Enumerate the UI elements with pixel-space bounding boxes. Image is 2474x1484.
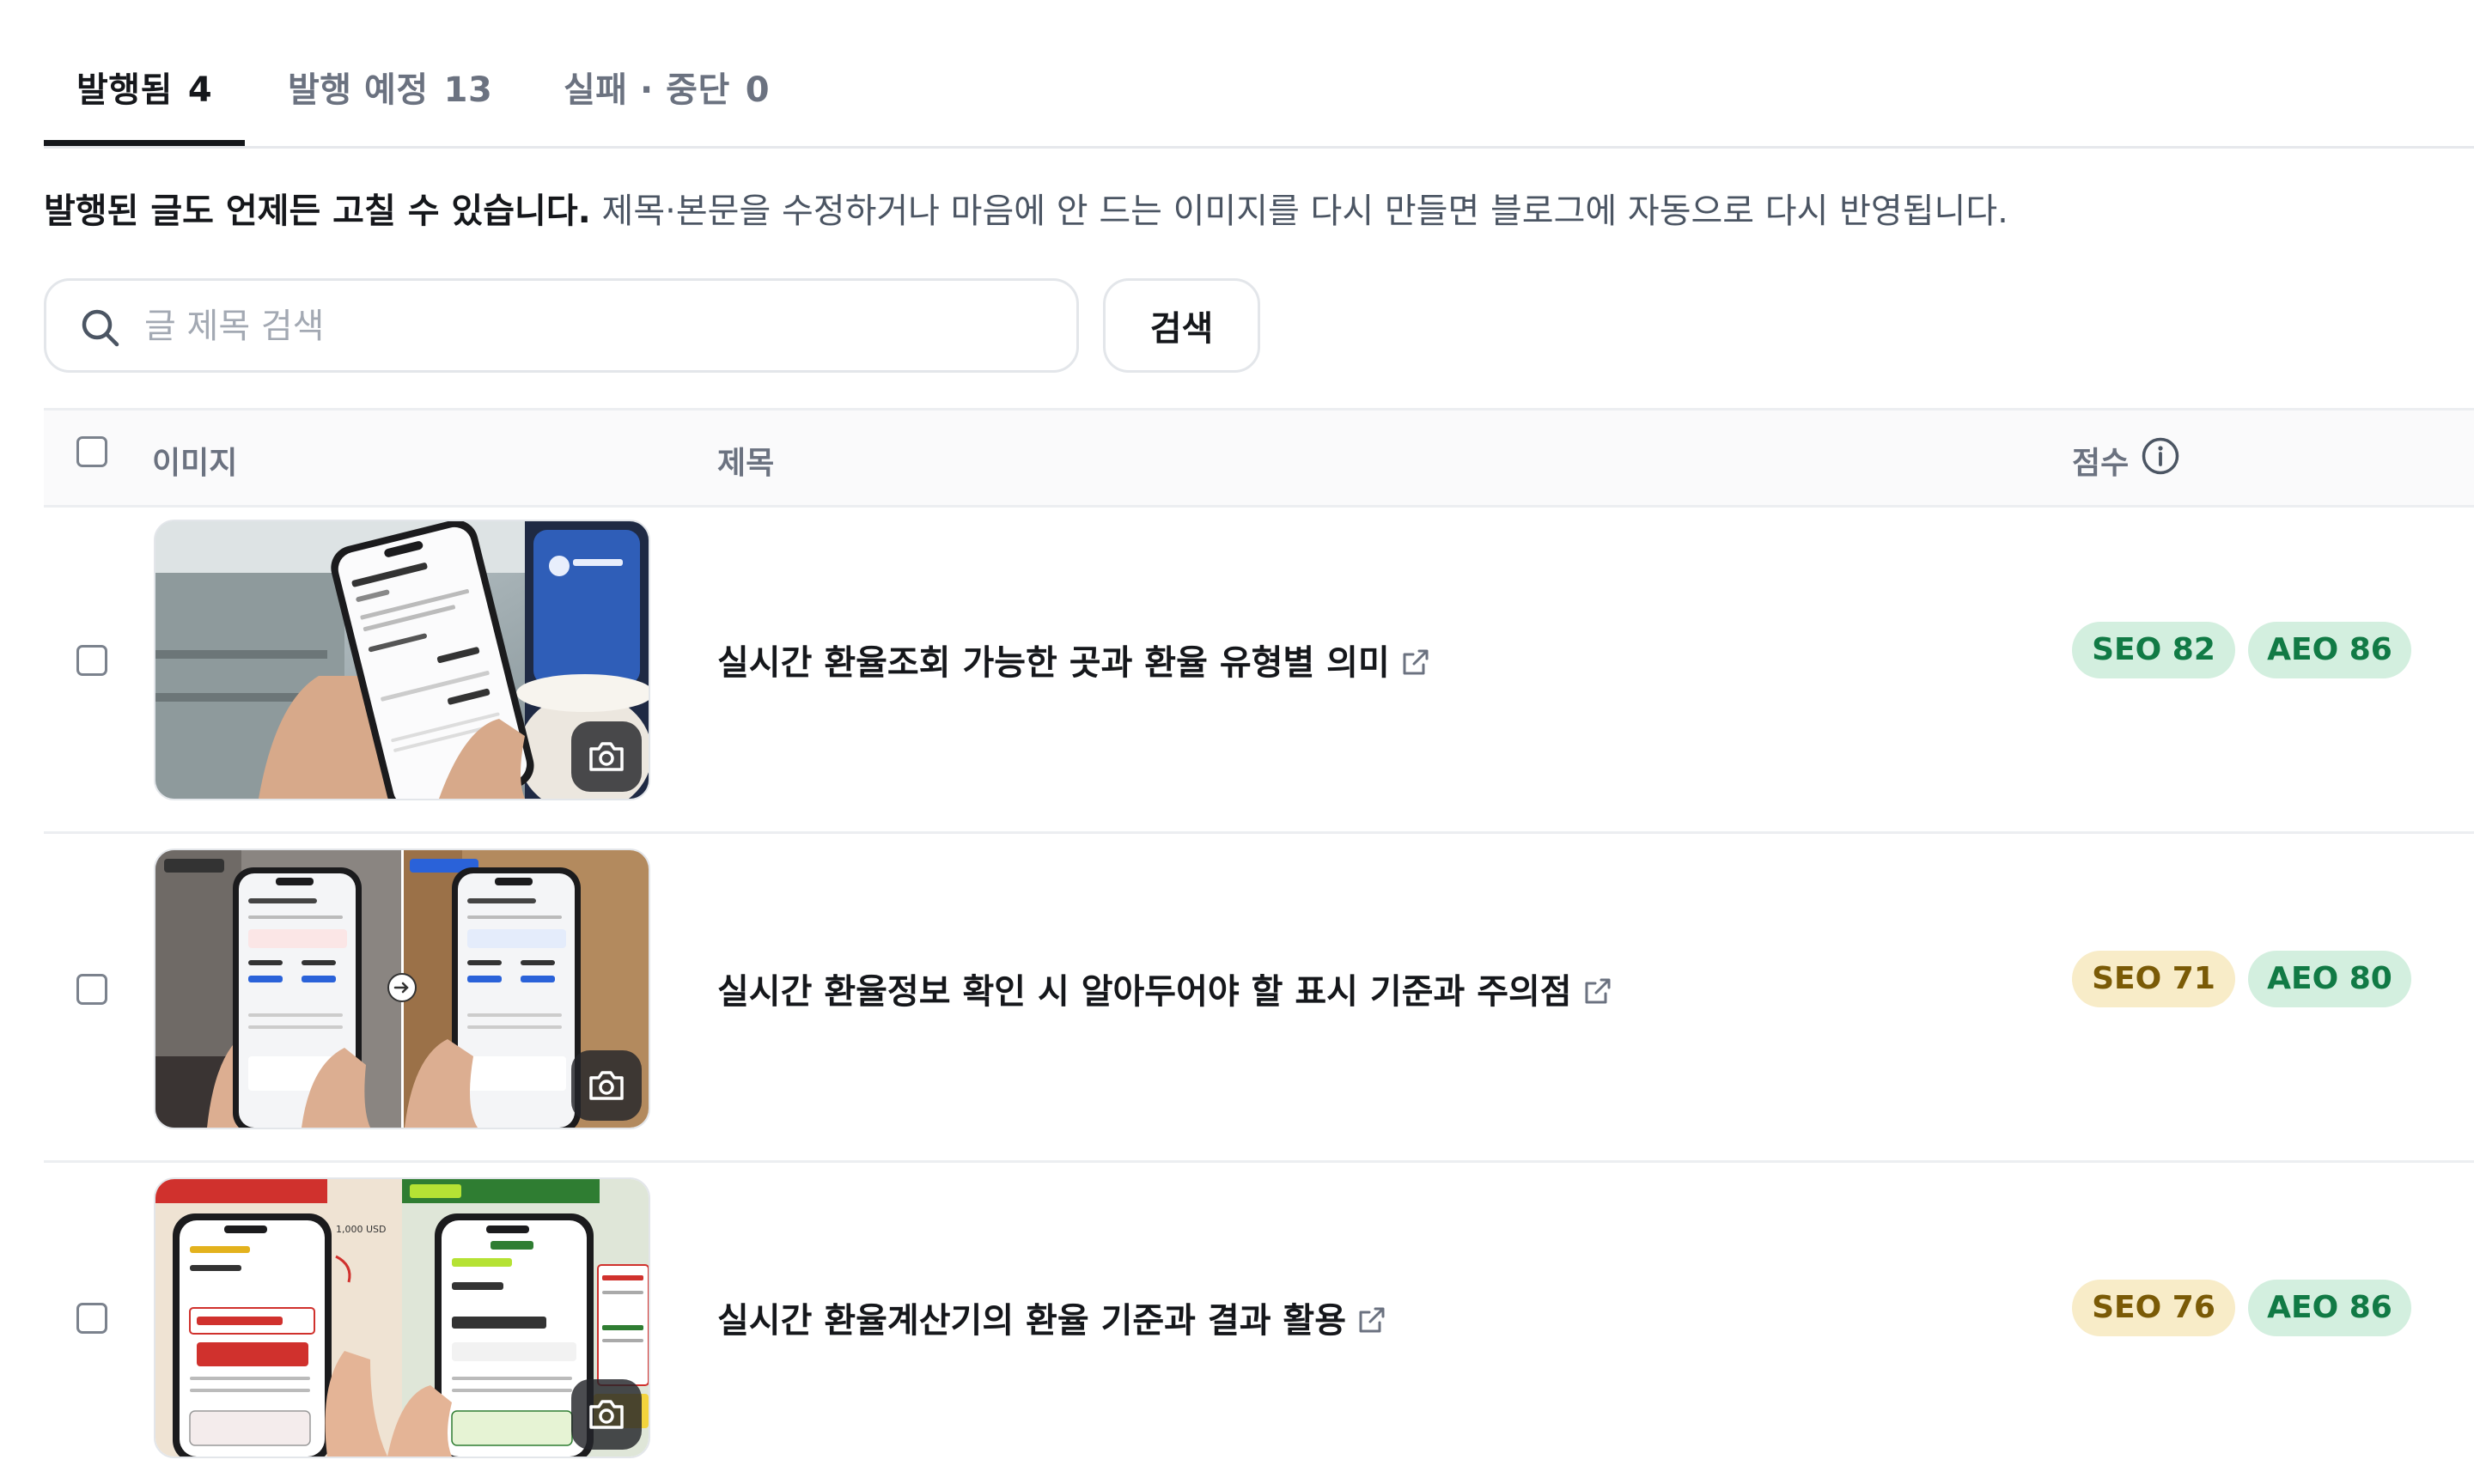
seo-score-badge: SEO 82 <box>2072 622 2235 678</box>
tab-count: 13 <box>443 70 493 110</box>
row-checkbox[interactable] <box>76 645 107 676</box>
column-header-title: 제목 <box>717 446 775 481</box>
camera-icon <box>589 1400 624 1429</box>
active-tab-indicator <box>44 140 245 146</box>
tab-scheduled[interactable]: 발행 예정 13 <box>288 62 492 112</box>
publish-manager-page: 발행됨 4 발행 예정 13 실패 · 중단 0 발행된 글도 언제든 고칠 수 있습… <box>0 0 2474 1484</box>
external-link-icon <box>1359 1307 1385 1333</box>
column-header-image: 이미지 <box>152 446 238 481</box>
seo-score-badge: SEO 71 <box>2072 951 2235 1007</box>
post-thumbnail <box>154 848 650 1129</box>
select-all-checkbox[interactable] <box>76 436 107 467</box>
camera-icon <box>589 1071 624 1100</box>
notice-bold: 발행된 글도 언제든 고칠 수 있습니다. <box>44 192 591 231</box>
table-row: 1,000 USD 실시간 환율계산기의 환율 기준과 결과 활용 SEO 76… <box>44 1160 2474 1484</box>
aeo-score-badge: AEO 86 <box>2248 1280 2411 1336</box>
info-icon[interactable] <box>2141 436 2180 476</box>
tab-published[interactable]: 발행됨 4 <box>76 62 212 112</box>
notice-rest: 제목·본문을 수정하거나 마음에 안 드는 이미지를 다시 만들면 블로그에 자… <box>590 192 2008 231</box>
search-button[interactable]: 검색 <box>1103 278 1260 373</box>
post-title-link[interactable]: 실시간 환율정보 확인 시 알아두어야 할 표시 기준과 주의점 <box>717 964 1613 1013</box>
row-checkbox[interactable] <box>76 974 107 1005</box>
external-link-icon <box>1403 649 1429 675</box>
search-box[interactable] <box>44 278 1079 373</box>
aeo-score-badge: AEO 86 <box>2248 622 2411 678</box>
camera-icon <box>589 742 624 771</box>
tab-count: 0 <box>745 70 771 110</box>
search-input[interactable] <box>143 298 1057 355</box>
external-link-icon <box>1585 978 1611 1004</box>
aeo-score-badge: AEO 80 <box>2248 951 2411 1007</box>
regenerate-image-button[interactable] <box>571 1050 642 1121</box>
post-title-link[interactable]: 실시간 환율조회 가능한 곳과 환율 유형별 의미 <box>717 635 1431 684</box>
post-thumbnail <box>154 520 650 800</box>
post-title-link[interactable]: 실시간 환율계산기의 환율 기준과 결과 활용 <box>717 1292 1387 1342</box>
seo-score-badge: SEO 76 <box>2072 1280 2235 1336</box>
tab-failed-stopped[interactable]: 실패 · 중단 0 <box>564 62 770 112</box>
tab-label: 실패 · 중단 <box>564 70 730 110</box>
svg-text:1,000 USD: 1,000 USD <box>336 1224 387 1235</box>
table-header: 이미지 제목 점수 <box>44 408 2474 508</box>
tab-label: 발행 예정 <box>288 70 429 110</box>
table-row: 실시간 환율정보 확인 시 알아두어야 할 표시 기준과 주의점 SEO 71 … <box>44 831 2474 1163</box>
regenerate-image-button[interactable] <box>571 721 642 792</box>
regenerate-image-button[interactable] <box>571 1379 642 1450</box>
status-tabs: 발행됨 4 발행 예정 13 실패 · 중단 0 <box>44 0 2474 149</box>
row-checkbox[interactable] <box>76 1303 107 1334</box>
tab-count: 4 <box>187 70 213 110</box>
column-header-score: 점수 <box>2072 446 2130 481</box>
search-icon <box>82 309 119 347</box>
post-title: 실시간 환율조회 가능한 곳과 환율 유형별 의미 <box>717 643 1390 683</box>
post-title: 실시간 환율계산기의 환율 기준과 결과 활용 <box>717 1301 1347 1341</box>
table-row: 실시간 환율조회 가능한 곳과 환율 유형별 의미 SEO 82 AEO 86 <box>44 502 2474 834</box>
post-title: 실시간 환율정보 확인 시 알아두어야 할 표시 기준과 주의점 <box>717 972 1572 1012</box>
post-thumbnail: 1,000 USD <box>154 1177 650 1458</box>
tab-label: 발행됨 <box>76 70 173 110</box>
edit-notice: 발행된 글도 언제든 고칠 수 있습니다. 제목·본문을 수정하거나 마음에 안… <box>44 183 2008 233</box>
